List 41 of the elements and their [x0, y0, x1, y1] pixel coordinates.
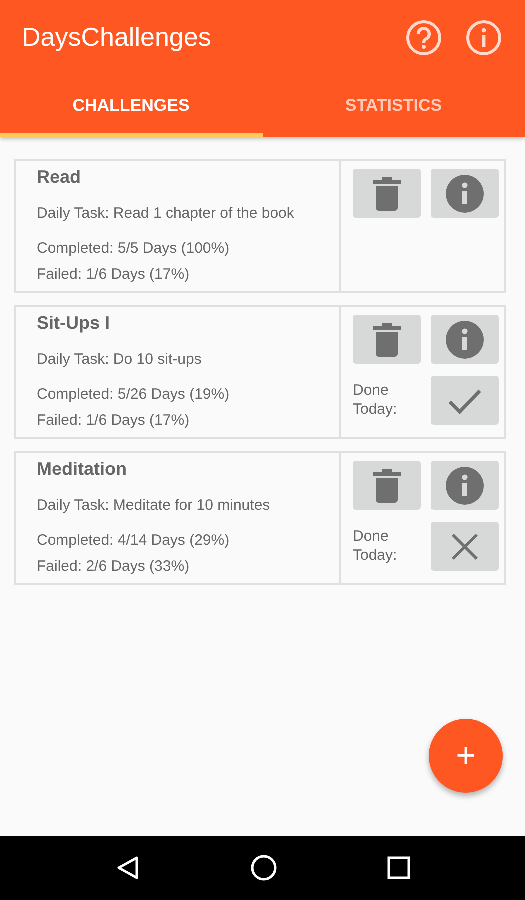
challenge-name: Sit-Ups I [37, 313, 112, 335]
info-icon [445, 174, 485, 214]
done-today-label: Done Today: [353, 528, 398, 566]
completed-stat: Completed: 4/14 Days (29%) [37, 532, 231, 549]
completed-stat: Completed: 5/26 Days (19%) [37, 386, 231, 403]
failed-stat: Failed: 1/6 Days (17%) [37, 412, 191, 429]
info-button[interactable] [465, 18, 503, 56]
challenge-name: Read [37, 167, 82, 189]
trash-icon [373, 468, 401, 504]
done-today-toggle[interactable] [431, 376, 499, 425]
help-icon [406, 20, 442, 56]
info-button[interactable] [431, 461, 499, 510]
completed-stat: Completed: 5/5 Days (100%) [37, 240, 231, 257]
info-icon [445, 320, 485, 360]
recents-icon[interactable] [386, 856, 410, 880]
info-icon [445, 466, 485, 506]
add-button[interactable]: + [429, 719, 503, 793]
back-icon[interactable] [114, 855, 140, 881]
trash-icon [373, 176, 401, 212]
tab[interactable]: STATISTICS [262, 75, 525, 137]
challenge-name: Meditation [37, 459, 128, 481]
delete-button[interactable] [353, 315, 421, 364]
home-icon[interactable] [250, 854, 278, 882]
info-button[interactable] [431, 169, 499, 218]
done-today-label: Done Today: [353, 382, 398, 420]
info-button[interactable] [431, 315, 499, 364]
delete-button[interactable] [353, 461, 421, 510]
trash-icon [373, 322, 401, 358]
daily-task: Daily Task: Do 10 sit-ups [37, 351, 203, 368]
done-today-toggle[interactable] [431, 522, 499, 571]
failed-stat: Failed: 1/6 Days (17%) [37, 266, 191, 283]
daily-task: Daily Task: Meditate for 10 minutes [37, 497, 272, 514]
app-title: DaysChallenges [22, 22, 212, 53]
daily-task: Daily Task: Read 1 chapter of the book [37, 205, 296, 222]
delete-button[interactable] [353, 169, 421, 218]
tab[interactable]: CHALLENGES [0, 75, 262, 137]
check-icon [448, 388, 482, 414]
close-icon [451, 532, 479, 560]
failed-stat: Failed: 2/6 Days (33%) [37, 558, 191, 575]
info-icon [466, 20, 502, 56]
help-button[interactable] [405, 18, 443, 56]
